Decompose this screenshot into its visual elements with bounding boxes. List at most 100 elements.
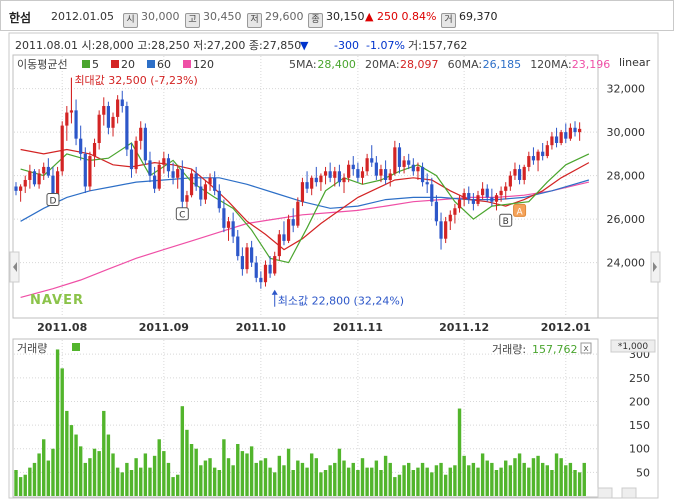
volume-bar [425,467,429,496]
candle-body [402,160,406,167]
candle-body [508,175,512,187]
volume-bar [106,434,111,496]
candle-body [494,195,499,202]
volume-bar [342,460,346,496]
candle-body [189,173,194,196]
volume-bar [273,472,277,496]
volume-bar [296,460,300,496]
volume-bar [245,453,249,496]
volume-bar [499,467,503,496]
candle-body [277,234,281,257]
candle-body [420,166,425,183]
volume-bar [365,467,369,496]
volume-bar [467,465,471,496]
volume-bar [125,462,129,496]
volume-bar [148,467,152,496]
candle-body [541,151,545,157]
ma-legend-item: 5 [92,58,99,71]
price-tick-label: 26,000 [607,213,646,226]
candle-body [51,175,55,196]
volume-bar [226,458,231,496]
candle-body [568,127,572,139]
volume-bar [554,453,559,496]
volume-bar [527,467,531,496]
candle-body [217,190,221,209]
ma-legend-swatch [111,60,119,68]
candle-body [485,188,489,198]
candle-body [259,277,263,283]
volume-bar [120,472,124,496]
candle-body [531,156,536,161]
volume-bar [430,472,434,496]
candle-body [499,190,503,196]
price-tick-label: 32,000 [607,83,646,96]
candle-body [554,136,559,143]
volume-bar [291,470,295,496]
candle-body [578,128,582,133]
volume-bar [448,467,452,496]
candle-body [88,156,92,187]
volume-bar [134,458,138,496]
volume-bar [51,448,55,496]
volume-bar [300,462,305,496]
ma-legend-item: 20 [121,58,135,71]
price-tick-label: 28,000 [607,170,646,183]
volume-bar [162,451,166,496]
volume-bar [74,434,78,496]
candle-body [453,208,457,215]
volume-bar [18,477,23,496]
volume-bar [199,465,203,496]
volume-bar [212,467,217,496]
scale-type-label[interactable]: linear [619,56,651,69]
volume-bar [434,465,439,496]
candle-body [384,169,388,180]
candle-body [254,262,258,278]
volume-bar [254,462,258,496]
ma-value-label: 5MA: [289,58,317,71]
volume-bar [485,460,489,496]
zoom-in-button[interactable] [621,487,637,499]
zoom-out-button[interactable] [597,487,613,499]
candle-body [397,147,402,167]
candle-body [305,182,309,189]
x-tick-label: 2011.08 [37,321,87,334]
volume-bar [337,448,342,496]
volume-bar [286,448,291,496]
x-tick-label: 2011.12 [439,321,489,334]
candle-body [74,110,78,139]
candle-body [213,177,217,191]
candle-body [79,138,83,154]
volume-bar [370,467,374,496]
ma-legend-item: 60 [157,58,171,71]
volume-bar [14,470,18,496]
volume-tick-label: 150 [629,419,650,432]
volume-bar [88,458,92,496]
volume-bar [545,465,549,496]
volume-bar [60,368,64,496]
volume-bar [42,439,46,496]
info-line-change: -300 [334,39,359,52]
ma-value: 28,097 [400,58,439,71]
volume-tick-label: 200 [629,395,650,408]
volume-bar [152,455,157,496]
volume-bar [32,462,37,496]
volume-bar [397,474,402,496]
ma-legend-item: 120 [193,58,214,71]
volume-bar [129,470,134,496]
candle-body [365,158,369,172]
candle-body [471,199,475,204]
candle-body [379,169,383,176]
ma-legend-swatch [183,60,191,68]
volume-bar [517,453,522,496]
volume-bar [356,470,360,496]
volume-bar [457,408,462,496]
volume-bar [508,465,513,496]
volume-bar [402,465,406,496]
candle-body [573,127,577,133]
candle-body [102,106,106,115]
candle-body [462,193,466,200]
volume-bar [263,458,268,496]
candle-body [407,160,411,165]
volume-bar [374,460,379,496]
close-icon[interactable]: x [583,344,589,354]
